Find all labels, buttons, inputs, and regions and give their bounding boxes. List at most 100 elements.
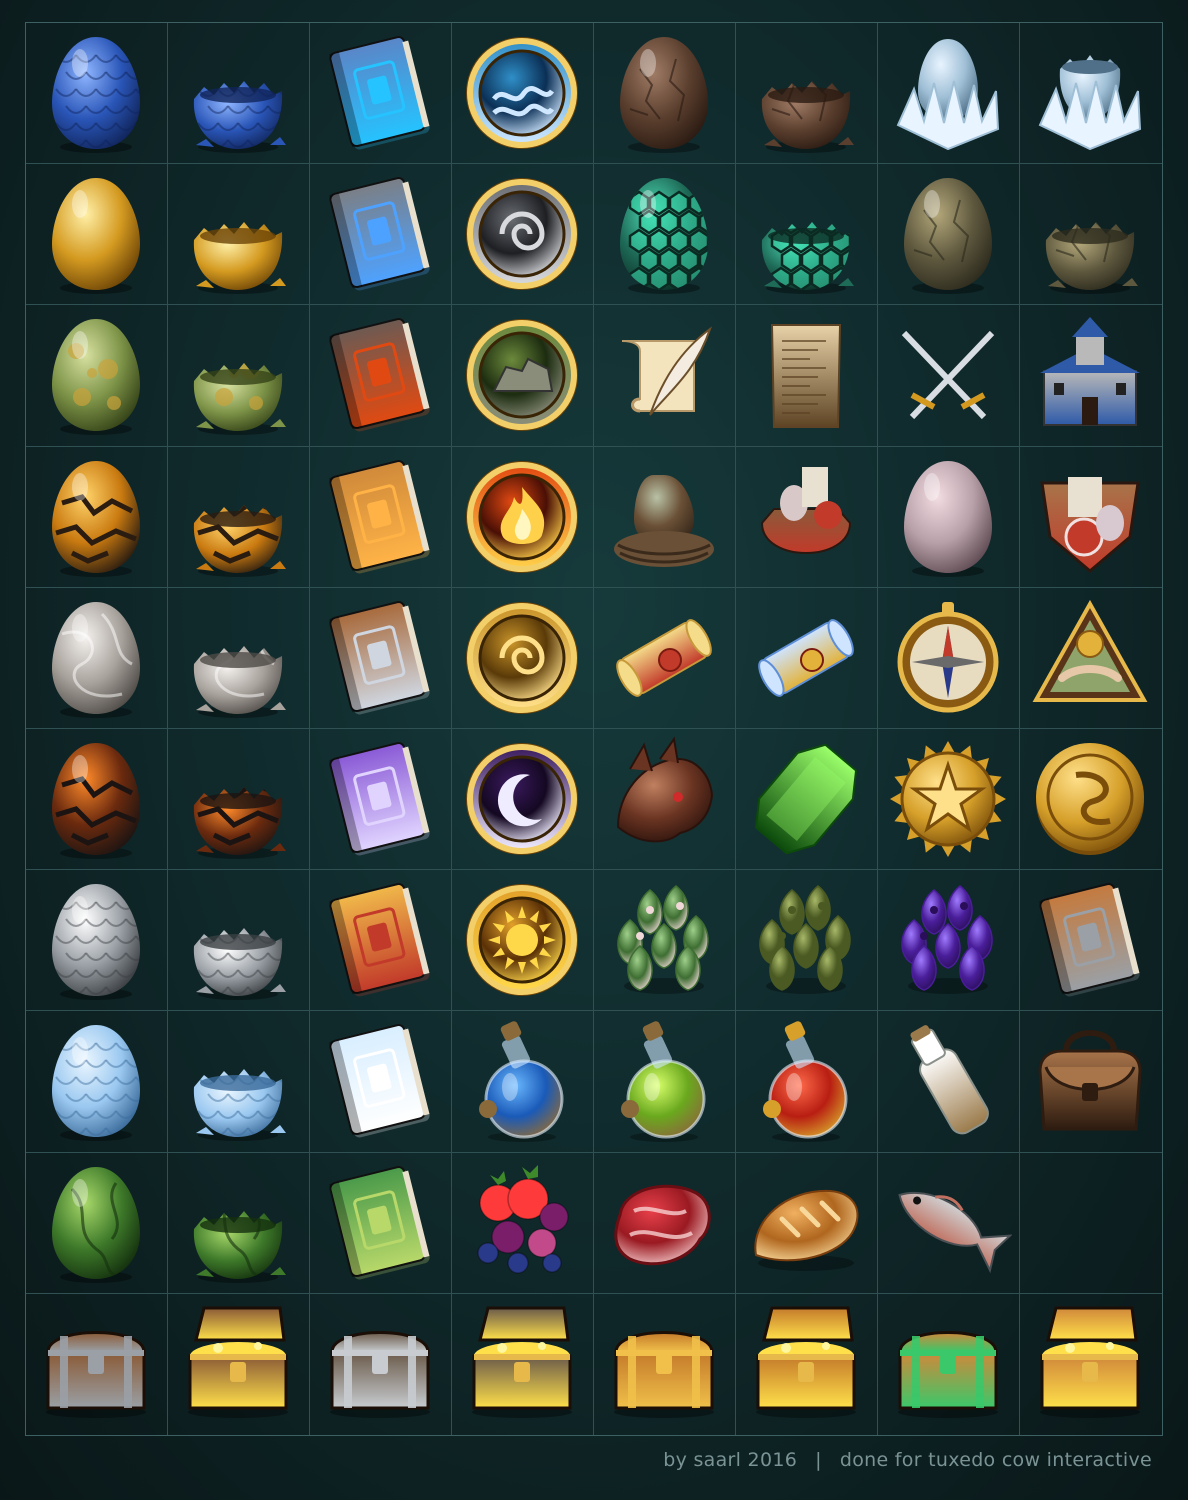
grid-cell [736, 305, 878, 447]
grid-cell [26, 305, 168, 447]
book-icon [316, 29, 444, 157]
sack-icon [742, 453, 870, 581]
medallion-icon [458, 170, 586, 298]
grid-cell [310, 728, 452, 871]
chest-icon [600, 1300, 728, 1428]
grid-cell [736, 446, 878, 588]
egg-icon [884, 453, 1012, 581]
grid-cell [594, 587, 736, 729]
egg-crystal-icon [884, 29, 1012, 157]
egg-icon [32, 1017, 160, 1145]
chest-open-icon [1026, 1300, 1154, 1428]
grid-cell [1020, 23, 1162, 165]
egg-hatched-icon [174, 1159, 302, 1287]
egg-icon [884, 170, 1012, 298]
medallion-icon [458, 311, 586, 439]
book-icon [316, 311, 444, 439]
medallion-icon [458, 453, 586, 581]
grid-cell [736, 587, 878, 729]
egg-icon [32, 594, 160, 722]
grid-cell [310, 1152, 452, 1294]
medallion-icon [458, 29, 586, 157]
chest-icon [316, 1300, 444, 1428]
grid-cell [310, 446, 452, 588]
grid-cell [878, 587, 1020, 729]
book-icon [316, 1017, 444, 1145]
egg-icon [600, 170, 728, 298]
diploma-icon [600, 594, 728, 722]
egg-hatched-icon [174, 453, 302, 581]
grid-cell [452, 870, 594, 1012]
grid-cell [26, 587, 168, 729]
egg-icon [32, 29, 160, 157]
grid-cell [168, 305, 310, 447]
grid-cell [452, 23, 594, 165]
grid-cell [26, 164, 168, 306]
egg-icon [600, 29, 728, 157]
potion-icon [600, 1017, 728, 1145]
grid-cell [452, 728, 594, 871]
grid-cell [736, 1011, 878, 1153]
grid-cell [736, 728, 878, 871]
grid-cell [452, 1152, 594, 1294]
shield-badge-icon [1026, 453, 1154, 581]
dragon-head-icon [600, 735, 728, 863]
grid-cell [594, 870, 736, 1012]
book-icon [316, 453, 444, 581]
egg-icon [32, 311, 160, 439]
grid-cell [310, 305, 452, 447]
medal-star-icon [884, 735, 1012, 863]
grid-cell [594, 305, 736, 447]
grid-cell [168, 1152, 310, 1294]
grid-cell [26, 1293, 168, 1435]
grid-cell [594, 446, 736, 588]
grid-cell [310, 164, 452, 306]
potion-icon [458, 1017, 586, 1145]
grid-cell [452, 446, 594, 588]
grid-cell [1020, 164, 1162, 306]
grid-cell [1020, 870, 1162, 1012]
egg-crystal-hatched-icon [1026, 29, 1154, 157]
egg-icon [32, 876, 160, 1004]
grid-cell [310, 23, 452, 165]
grid-cell [26, 1011, 168, 1153]
grid-cell [26, 870, 168, 1012]
grid-cell [594, 728, 736, 871]
grid-cell [878, 728, 1020, 871]
book-icon [1026, 876, 1154, 1004]
chest-open-icon [174, 1300, 302, 1428]
grid-cell [878, 23, 1020, 165]
satchel-icon [1026, 1017, 1154, 1145]
herb-icon [600, 876, 728, 1004]
grid-cell [310, 870, 452, 1012]
egg-hatched-icon [174, 311, 302, 439]
grid-cell [1020, 729, 1162, 871]
grid-cell [878, 1011, 1020, 1153]
berries-icon [458, 1159, 586, 1287]
book-icon [316, 876, 444, 1004]
grid-cell [168, 728, 310, 871]
book-icon [316, 170, 444, 298]
egg-hatched-icon [1026, 170, 1154, 298]
egg-hatched-icon [174, 876, 302, 1004]
grid-cell [26, 446, 168, 588]
grid-cell [736, 164, 878, 306]
grid-cell [452, 1011, 594, 1153]
egg-icon [32, 170, 160, 298]
grid-cell [1020, 588, 1162, 729]
grid-cell [168, 1011, 310, 1153]
castle-icon [1026, 311, 1154, 439]
grid-cell [736, 1152, 878, 1294]
credit-line: by saarl 2016 | done for tuxedo cow intera… [0, 1436, 1152, 1484]
gem-icon [742, 735, 870, 863]
parchment-icon [742, 311, 870, 439]
grid-cell [878, 1152, 1020, 1294]
book-icon [316, 594, 444, 722]
grid-cell [168, 164, 310, 306]
grid-cell [452, 305, 594, 447]
chest-icon [32, 1300, 160, 1428]
medallion-icon [458, 594, 586, 722]
triangle-badge-icon [1026, 594, 1154, 722]
grid-cell [878, 870, 1020, 1012]
grid-cell [26, 1152, 168, 1294]
